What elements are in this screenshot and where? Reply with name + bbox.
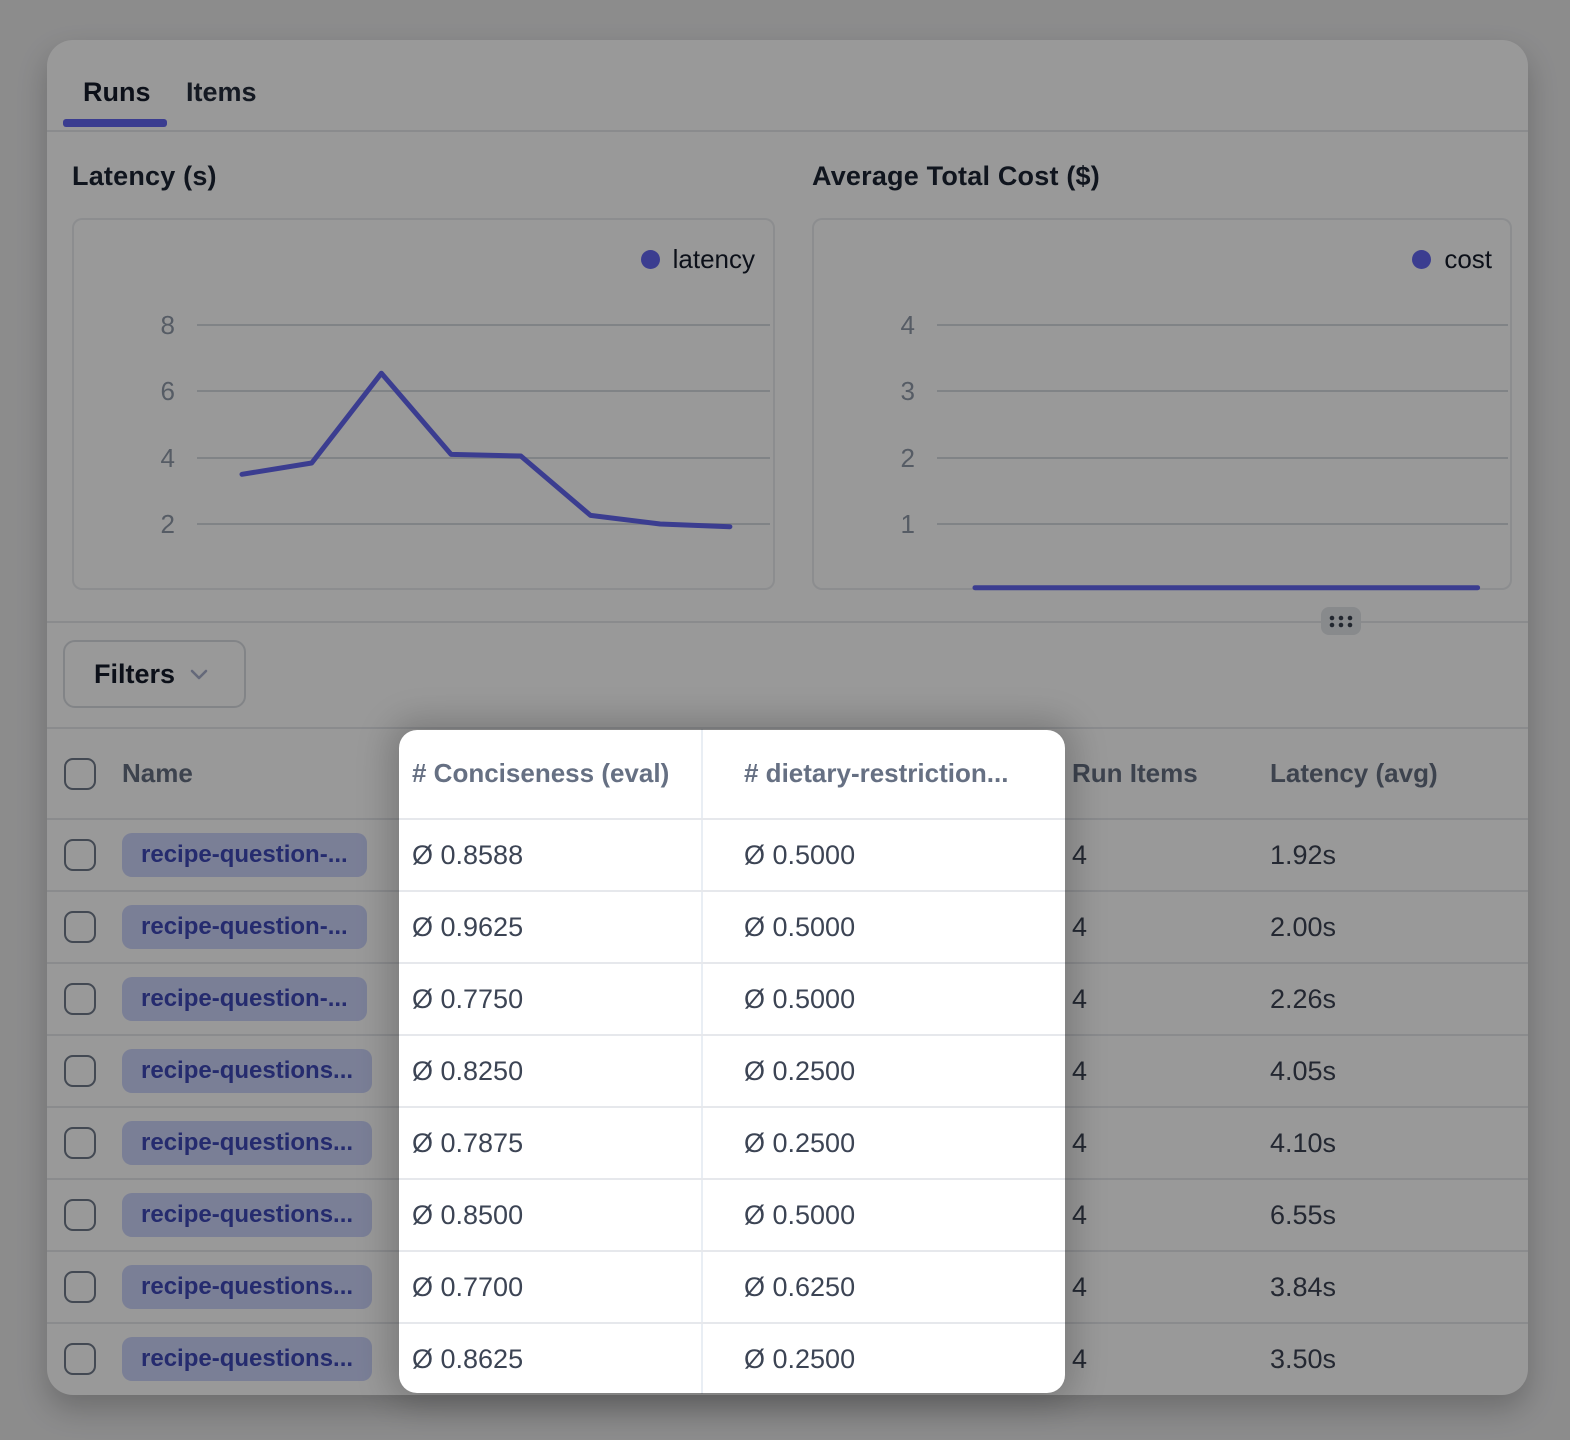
header-run-items: Run Items — [1065, 729, 1258, 818]
dietary-score: Ø 0.6250 — [701, 1252, 1065, 1322]
conciseness-score: Ø 0.8625 — [399, 1324, 701, 1394]
table-row[interactable]: recipe-question-... Ø 0.8588 Ø 0.5000 4 … — [47, 818, 1528, 890]
drag-handle[interactable] — [1321, 607, 1361, 635]
charts-divider — [47, 621, 1528, 623]
run-items-count: 4 — [1065, 1252, 1258, 1322]
table-row[interactable]: recipe-question-... Ø 0.9625 Ø 0.5000 4 … — [47, 890, 1528, 962]
latency-avg-value: 4.10s — [1258, 1108, 1528, 1178]
conciseness-score: Ø 0.9625 — [399, 892, 701, 962]
row-checkbox[interactable] — [64, 911, 96, 943]
latency-chart-title: Latency (s) — [72, 161, 217, 192]
conciseness-score: Ø 0.7875 — [399, 1108, 701, 1178]
row-checkbox[interactable] — [64, 1271, 96, 1303]
latency-avg-value: 3.84s — [1258, 1252, 1528, 1322]
table-row[interactable]: recipe-questions... Ø 0.8625 Ø 0.2500 4 … — [47, 1322, 1528, 1394]
dietary-score: Ø 0.5000 — [701, 820, 1065, 890]
table-row[interactable]: recipe-questions... Ø 0.8500 Ø 0.5000 4 … — [47, 1178, 1528, 1250]
row-checkbox[interactable] — [64, 1343, 96, 1375]
table-row[interactable]: recipe-questions... Ø 0.7875 Ø 0.2500 4 … — [47, 1106, 1528, 1178]
latency-avg-value: 6.55s — [1258, 1180, 1528, 1250]
page: { "tabs": { "runs": "Runs", "items": "It… — [0, 0, 1570, 1440]
latency-chart-panel: latency 8 6 4 2 — [72, 218, 775, 590]
run-name-badge[interactable]: recipe-questions... — [122, 1337, 372, 1381]
run-items-count: 4 — [1065, 1036, 1258, 1106]
filters-button-label: Filters — [94, 659, 175, 690]
tab-runs[interactable]: Runs — [83, 70, 151, 114]
dietary-score: Ø 0.5000 — [701, 1180, 1065, 1250]
chevron-down-icon — [190, 669, 208, 680]
row-checkbox[interactable] — [64, 1199, 96, 1231]
dietary-score: Ø 0.2500 — [701, 1036, 1065, 1106]
run-name-badge[interactable]: recipe-questions... — [122, 1193, 372, 1237]
run-name-badge[interactable]: recipe-question-... — [122, 977, 367, 1021]
row-checkbox[interactable] — [64, 1127, 96, 1159]
run-name-badge[interactable]: recipe-question-... — [122, 833, 367, 877]
run-items-count: 4 — [1065, 1180, 1258, 1250]
latency-line-chart — [72, 218, 775, 590]
select-all-checkbox[interactable] — [64, 758, 96, 790]
row-checkbox[interactable] — [64, 839, 96, 871]
run-items-count: 4 — [1065, 1324, 1258, 1394]
experiment-card: Runs Items Latency (s) Average Total Cos… — [47, 40, 1528, 1395]
run-items-count: 4 — [1065, 1108, 1258, 1178]
header-conciseness: # Conciseness (eval) — [399, 729, 701, 818]
table-header-row: Name # Conciseness (eval) # dietary-rest… — [47, 727, 1528, 818]
conciseness-score: Ø 0.8250 — [399, 1036, 701, 1106]
run-items-count: 4 — [1065, 892, 1258, 962]
filters-button[interactable]: Filters — [63, 640, 246, 708]
tabs-divider — [47, 130, 1528, 132]
run-name-badge[interactable]: recipe-question-... — [122, 905, 367, 949]
tab-items[interactable]: Items — [186, 70, 257, 114]
cost-chart-title: Average Total Cost ($) — [812, 161, 1100, 192]
header-name: Name — [122, 758, 193, 789]
conciseness-score: Ø 0.8588 — [399, 820, 701, 890]
header-dietary-restriction: # dietary-restriction... — [701, 729, 1065, 818]
latency-avg-value: 2.26s — [1258, 964, 1528, 1034]
runs-table: Name # Conciseness (eval) # dietary-rest… — [47, 727, 1528, 1394]
run-name-badge[interactable]: recipe-questions... — [122, 1049, 372, 1093]
latency-avg-value: 1.92s — [1258, 820, 1528, 890]
run-name-badge[interactable]: recipe-questions... — [122, 1265, 372, 1309]
active-tab-indicator — [63, 119, 167, 127]
grip-dots-icon — [1328, 614, 1354, 629]
header-latency-avg: Latency (avg) — [1258, 729, 1528, 818]
latency-series-line — [242, 373, 730, 527]
latency-avg-value: 3.50s — [1258, 1324, 1528, 1394]
cost-line-chart — [812, 218, 1512, 590]
table-row[interactable]: recipe-questions... Ø 0.7700 Ø 0.6250 4 … — [47, 1250, 1528, 1322]
table-row[interactable]: recipe-question-... Ø 0.7750 Ø 0.5000 4 … — [47, 962, 1528, 1034]
row-checkbox[interactable] — [64, 983, 96, 1015]
run-items-count: 4 — [1065, 820, 1258, 890]
dietary-score: Ø 0.5000 — [701, 964, 1065, 1034]
dietary-score: Ø 0.2500 — [701, 1108, 1065, 1178]
conciseness-score: Ø 0.7750 — [399, 964, 701, 1034]
cost-chart-panel: cost 4 3 2 1 — [812, 218, 1512, 590]
run-items-count: 4 — [1065, 964, 1258, 1034]
table-row[interactable]: recipe-questions... Ø 0.8250 Ø 0.2500 4 … — [47, 1034, 1528, 1106]
dietary-score: Ø 0.5000 — [701, 892, 1065, 962]
conciseness-score: Ø 0.8500 — [399, 1180, 701, 1250]
latency-avg-value: 4.05s — [1258, 1036, 1528, 1106]
run-name-badge[interactable]: recipe-questions... — [122, 1121, 372, 1165]
conciseness-score: Ø 0.7700 — [399, 1252, 701, 1322]
dietary-score: Ø 0.2500 — [701, 1324, 1065, 1394]
latency-avg-value: 2.00s — [1258, 892, 1528, 962]
row-checkbox[interactable] — [64, 1055, 96, 1087]
